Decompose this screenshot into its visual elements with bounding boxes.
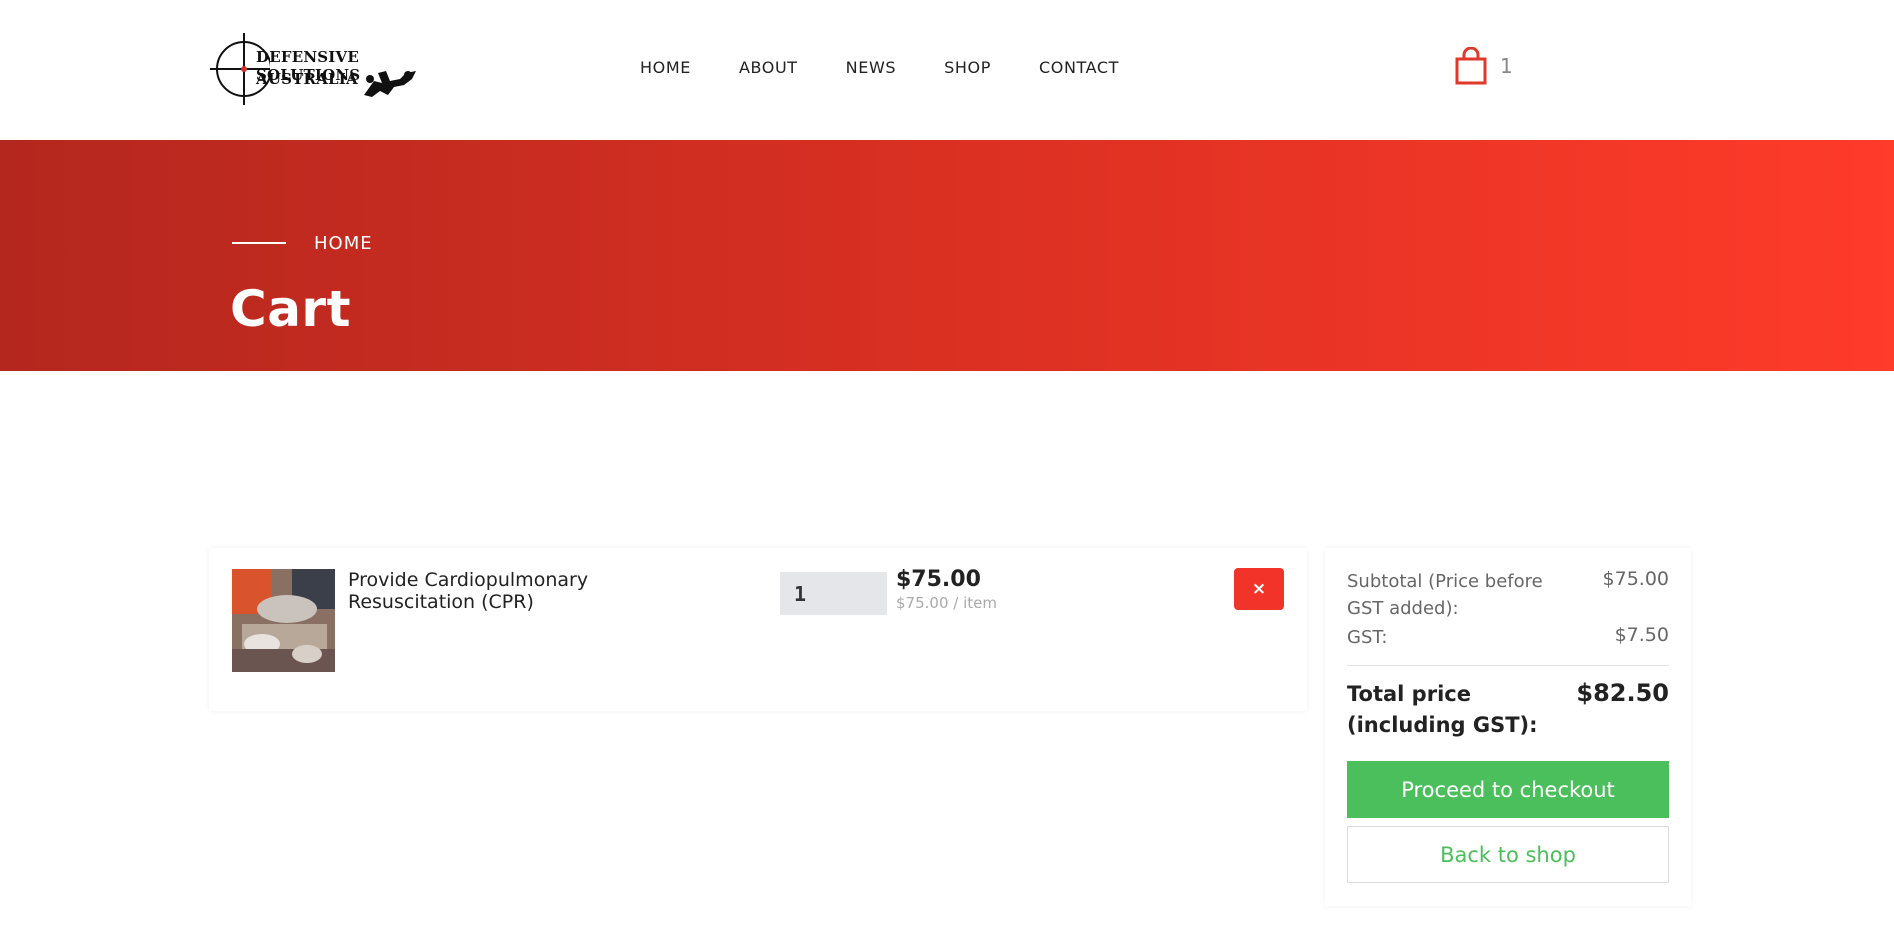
nav-about[interactable]: ABOUT (739, 58, 798, 77)
subtotal-label: Subtotal (Price before GST added): (1347, 571, 1543, 619)
subtotal-value: $75.00 (1602, 568, 1669, 590)
remove-item-button[interactable]: × (1234, 568, 1284, 610)
cart-summary: Subtotal (Price before GST added): $75.0… (1325, 548, 1691, 906)
gst-label: GST: (1347, 627, 1388, 648)
header-cart[interactable]: 1 (1454, 47, 1513, 85)
close-icon: × (1251, 579, 1267, 599)
proceed-to-checkout-button[interactable]: Proceed to checkout (1347, 761, 1669, 818)
subtotal-row: Subtotal (Price before GST added): $75.0… (1347, 568, 1669, 622)
main-nav: HOME ABOUT NEWS SHOP CONTACT (640, 58, 1119, 77)
page-title: Cart (230, 280, 351, 338)
cpr-training-photo (232, 569, 335, 672)
page-banner: HOME Cart (0, 140, 1894, 371)
total-row: Total price (including GST): $82.50 (1347, 679, 1669, 741)
nav-contact[interactable]: CONTACT (1039, 58, 1119, 77)
cart-count-badge: 1 (1500, 54, 1513, 78)
martial-arts-figures-icon (364, 71, 416, 97)
total-value: $82.50 (1576, 679, 1669, 707)
total-label: Total price (including GST): (1347, 682, 1538, 737)
nav-news[interactable]: NEWS (846, 58, 896, 77)
breadcrumb-home[interactable]: HOME (314, 233, 373, 254)
product-name[interactable]: Provide Cardiopulmonary Resuscitation (C… (348, 569, 678, 613)
item-unit-price: $75.00 / item (896, 594, 997, 612)
cart-item-row: Provide Cardiopulmonary Resuscitation (C… (209, 548, 1307, 711)
nav-shop[interactable]: SHOP (944, 58, 991, 77)
breadcrumb-divider (232, 242, 286, 244)
site-header: DEFENSIVE SOLUTIONS AUSTRALIA HOME ABOUT… (0, 0, 1894, 140)
gst-value: $7.50 (1614, 624, 1669, 646)
brand-name-line2: AUSTRALIA (256, 70, 358, 88)
summary-divider (1347, 665, 1669, 666)
shopping-bag-icon (1455, 47, 1487, 85)
item-total-price: $75.00 (896, 567, 981, 592)
site-logo[interactable]: DEFENSIVE SOLUTIONS AUSTRALIA (210, 33, 445, 105)
gst-row: GST: $7.50 (1347, 624, 1669, 651)
back-to-shop-button[interactable]: Back to shop (1347, 826, 1669, 883)
quantity-input[interactable] (780, 572, 887, 615)
product-thumbnail[interactable] (232, 569, 335, 672)
nav-home[interactable]: HOME (640, 58, 691, 77)
